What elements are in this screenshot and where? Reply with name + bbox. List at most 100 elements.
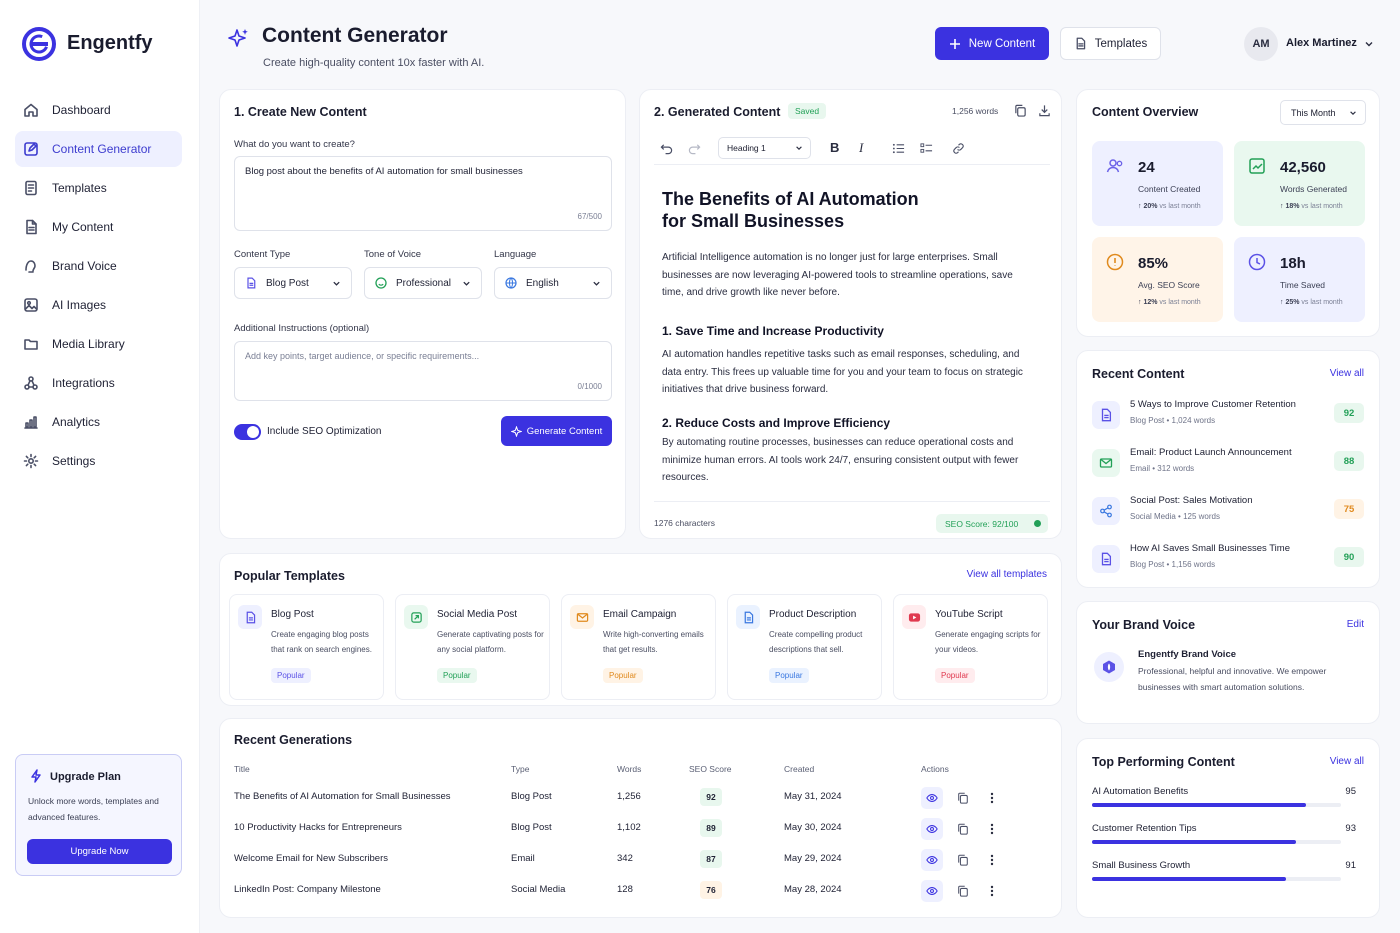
sidebar-item-analytics[interactable]: Analytics — [15, 404, 182, 440]
stat-avg-seo-score: 85% Avg. SEO Score ↑ 12% vs last month — [1092, 237, 1223, 322]
create-content-title: 1. Create New Content — [234, 105, 367, 119]
templates-button[interactable]: Templates — [1060, 27, 1161, 60]
image-icon — [24, 298, 38, 312]
column-header-actions: Actions — [921, 764, 949, 774]
sidebar-item-content-generator[interactable]: Content Generator — [15, 131, 182, 167]
row-words: 1,102 — [617, 822, 641, 833]
sidebar-item-ai-images[interactable]: AI Images — [15, 287, 182, 323]
popular-templates-title: Popular Templates — [234, 569, 345, 583]
copy-icon[interactable] — [952, 787, 974, 809]
template-card-youtube-script[interactable]: YouTube Script Generate engaging scripts… — [893, 594, 1048, 700]
generate-content-label: Generate Content — [526, 425, 603, 437]
clock-icon — [1248, 253, 1266, 271]
more-icon[interactable] — [981, 818, 1003, 840]
document-icon — [736, 605, 760, 629]
more-icon[interactable] — [981, 849, 1003, 871]
view-all-templates-link[interactable]: View all templates — [967, 569, 1047, 580]
brand-voice-card: Your Brand Voice Edit Engentfy Brand Voi… — [1076, 601, 1380, 724]
list-item-words: 1,156 words — [1171, 560, 1216, 569]
brand-voice-title: Your Brand Voice — [1092, 618, 1196, 632]
divider — [654, 501, 1050, 502]
brand-logo-icon[interactable] — [22, 27, 56, 61]
edit-link[interactable]: Edit — [1347, 619, 1364, 630]
stat-label: Words Generated — [1280, 184, 1347, 194]
copy-icon[interactable] — [952, 880, 974, 902]
avatar[interactable]: AM — [1244, 27, 1278, 61]
template-card-email-campaign[interactable]: Email Campaign Write high-converting ema… — [561, 594, 716, 700]
seo-icon — [1106, 253, 1124, 271]
template-card-blog-post[interactable]: Blog Post Create engaging blog posts tha… — [229, 594, 384, 700]
sidebar-item-brand-voice[interactable]: Brand Voice — [15, 248, 182, 284]
char-count: 1276 characters — [654, 518, 715, 528]
list-item-words: 1,024 words — [1171, 416, 1216, 425]
download-icon[interactable] — [1038, 104, 1051, 117]
list-item-type: Blog Post — [1130, 416, 1165, 425]
table-row[interactable]: LinkedIn Post: Company Milestone Social … — [220, 875, 1063, 906]
view-icon[interactable] — [921, 787, 943, 809]
view-all-link[interactable]: View all — [1330, 368, 1364, 379]
tone-select[interactable]: Professional — [364, 267, 482, 299]
redo-icon[interactable] — [688, 142, 701, 155]
new-content-button[interactable]: New Content — [935, 27, 1049, 60]
popular-badge: Popular — [437, 668, 477, 683]
sidebar-item-my-content[interactable]: My Content — [15, 209, 182, 245]
list-item-type: Blog Post — [1130, 560, 1165, 569]
copy-icon[interactable] — [1014, 104, 1027, 117]
list-item[interactable]: Email: Product Launch Announcement Email… — [1092, 445, 1364, 485]
chevron-down-icon[interactable] — [1364, 39, 1374, 49]
view-icon[interactable] — [921, 818, 943, 840]
list-item[interactable]: How AI Saves Small Businesses Time Blog … — [1092, 541, 1364, 581]
more-icon[interactable] — [981, 787, 1003, 809]
article-heading-1: 1. Save Time and Increase Productivity — [662, 324, 884, 338]
sidebar-item-integrations[interactable]: Integrations — [15, 365, 182, 401]
sidebar-item-templates[interactable]: Templates — [15, 170, 182, 206]
copy-icon[interactable] — [952, 849, 974, 871]
language-select[interactable]: English — [494, 267, 612, 299]
stat-change-suffix: vs last month — [1301, 203, 1343, 210]
sidebar-item-label: Brand Voice — [52, 259, 117, 273]
list-item[interactable]: 5 Ways to Improve Customer Retention Blo… — [1092, 397, 1364, 437]
generate-content-button[interactable]: Generate Content — [501, 416, 612, 446]
link-icon[interactable] — [952, 142, 965, 155]
additional-instructions-textarea[interactable]: Add key points, target audience, or spec… — [234, 341, 612, 401]
sidebar-item-media-library[interactable]: Media Library — [15, 326, 182, 362]
copy-icon[interactable] — [952, 818, 974, 840]
progress-fill — [1092, 803, 1307, 807]
article-paragraph-1: AI automation handles repetitive tasks s… — [662, 349, 1023, 395]
bold-icon[interactable]: B — [830, 140, 839, 155]
heading-select[interactable]: Heading 1 — [718, 137, 811, 159]
chevron-down-icon — [463, 281, 470, 286]
sidebar-item-dashboard[interactable]: Dashboard — [15, 92, 182, 128]
more-icon[interactable] — [981, 880, 1003, 902]
document-icon — [238, 605, 262, 629]
content-type-value: Blog Post — [266, 277, 309, 289]
view-all-link[interactable]: View all — [1330, 756, 1364, 767]
undo-icon[interactable] — [660, 142, 673, 155]
table-row[interactable]: The Benefits of AI Automation for Small … — [220, 782, 1063, 813]
view-icon[interactable] — [921, 880, 943, 902]
user-name[interactable]: Alex Martinez — [1286, 37, 1357, 49]
period-select[interactable]: This Month — [1280, 100, 1366, 125]
template-card-product-description[interactable]: Product Description Create compelling pr… — [727, 594, 882, 700]
seo-toggle[interactable] — [234, 424, 261, 440]
progress-track — [1092, 803, 1341, 807]
sidebar-item-settings[interactable]: Settings — [15, 443, 182, 479]
seo-score-badge: 92 — [700, 788, 722, 806]
checklist-icon[interactable] — [920, 142, 933, 155]
template-description: Generate captivating posts for any socia… — [437, 630, 544, 654]
prompt-char-count: 67/500 — [577, 212, 602, 221]
table-row[interactable]: Welcome Email for New Subscribers Email … — [220, 844, 1063, 875]
list-item-meta: Email • 312 words — [1130, 464, 1195, 473]
word-count: 1,256 words — [952, 106, 999, 116]
table-row[interactable]: 10 Productivity Hacks for Entrepreneurs … — [220, 813, 1063, 844]
prompt-textarea[interactable]: Blog post about the benefits of AI autom… — [234, 156, 612, 231]
bullet-list-icon[interactable] — [892, 142, 905, 155]
stat-change-value: 12% — [1143, 299, 1158, 306]
view-icon[interactable] — [921, 849, 943, 871]
content-type-select[interactable]: Blog Post — [234, 267, 352, 299]
italic-icon[interactable]: I — [859, 140, 863, 156]
template-card-social-media[interactable]: Social Media Post Generate captivating p… — [395, 594, 550, 700]
upgrade-now-button[interactable]: Upgrade Now — [27, 839, 172, 864]
edit-icon — [24, 142, 38, 156]
list-item[interactable]: Social Post: Sales Motivation Social Med… — [1092, 493, 1364, 533]
